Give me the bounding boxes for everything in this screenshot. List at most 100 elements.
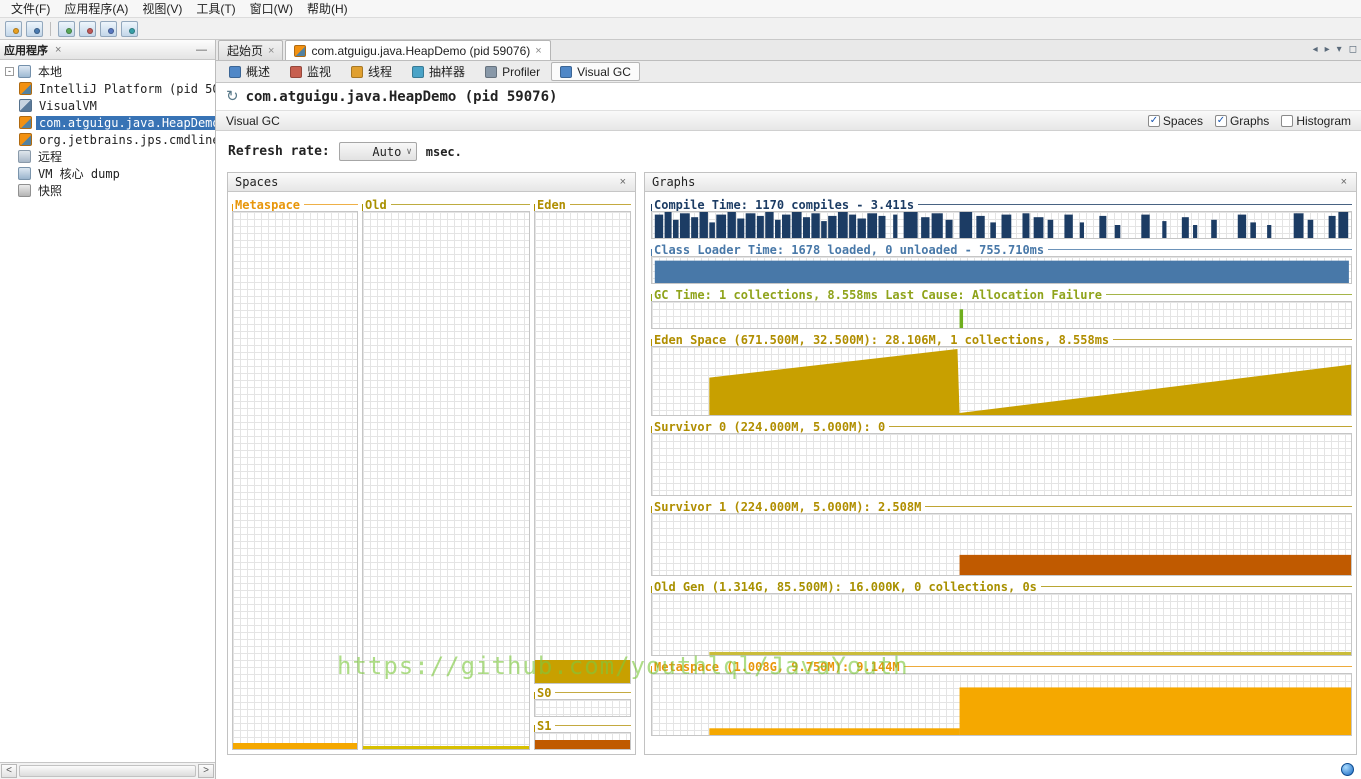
scroll-left-icon[interactable]: < [1, 764, 17, 778]
toolbar-separator [50, 22, 51, 36]
graph-chart-eden-space [651, 346, 1352, 416]
subtab-visual-gc[interactable]: Visual GC [551, 62, 640, 81]
graph-title-old-gen: Old Gen (1.314G, 85.500M): 16.000K, 0 co… [651, 580, 1352, 593]
old-column: Old [362, 198, 530, 750]
label-tick [651, 249, 652, 256]
refresh-rate-unit: msec. [426, 145, 462, 159]
menubar: 文件(F)应用程序(A)视图(V)工具(T)窗口(W)帮助(H) [0, 0, 1361, 18]
scrollbar-thumb[interactable] [19, 765, 196, 777]
metaspace-column-label-row: Metaspace [232, 198, 358, 211]
subtab-抽样器[interactable]: 抽样器 [403, 62, 474, 81]
checkbox-box[interactable] [1281, 115, 1293, 127]
java-icon [19, 116, 32, 129]
checkbox-spaces[interactable]: ✓Spaces [1148, 114, 1203, 128]
refresh-rate-select[interactable]: Auto ∨ [339, 142, 417, 161]
sidebar-horizontal-scrollbar[interactable]: < > [0, 762, 215, 779]
subtab-线程[interactable]: 线程 [342, 62, 401, 81]
menu-item[interactable]: 帮助(H) [300, 0, 355, 18]
graph-compile-time: Compile Time: 1170 compiles - 3.411s [651, 198, 1352, 239]
graph-class-loader-time: Class Loader Time: 1678 loaded, 0 unload… [651, 243, 1352, 284]
tabs-maximize-icon[interactable]: ◻ [1349, 44, 1357, 55]
document-tab[interactable]: 起始页× [218, 40, 283, 60]
subtab-profiler[interactable]: Profiler [476, 62, 549, 81]
label-rule [1048, 249, 1352, 250]
menu-item[interactable]: 窗口(W) [243, 0, 300, 18]
sidebar-close-icon[interactable]: × [53, 44, 63, 56]
subtab-label: Visual GC [577, 65, 631, 79]
label-tick [362, 204, 363, 211]
graph-survivor-0: Survivor 0 (224.000M, 5.000M): 0 [651, 420, 1352, 496]
tree-item[interactable]: 快照 [0, 182, 215, 199]
menu-item[interactable]: 文件(F) [4, 0, 57, 18]
profiler-snapshot-icon[interactable] [100, 21, 117, 37]
metaspace-space-box [232, 211, 358, 750]
menu-item[interactable]: 应用程序(A) [57, 0, 135, 18]
menu-item[interactable]: 视图(V) [135, 0, 189, 18]
subtab-概述[interactable]: 概述 [220, 62, 279, 81]
application-snapshot-icon[interactable] [121, 21, 138, 37]
graph-survivor-1: Survivor 1 (224.000M, 5.000M): 2.508M [651, 500, 1352, 576]
refresh-rate-value: Auto [372, 145, 401, 159]
label-rule [1041, 586, 1352, 587]
thread-dump-icon[interactable] [58, 21, 75, 37]
graphs-panel-close-icon[interactable]: × [1339, 176, 1349, 188]
old-column-label-row: Old [362, 198, 530, 211]
graph-title-class-loader-time: Class Loader Time: 1678 loaded, 0 unload… [651, 243, 1352, 256]
tabs-list-dropdown-icon[interactable]: ▾ [1337, 44, 1342, 55]
tabs-scroll-left-icon[interactable]: ◂ [1313, 44, 1318, 55]
tree-expander-icon[interactable]: - [5, 67, 14, 76]
tree-item-label: org.jetbrains.jps.cmdline. [36, 133, 215, 147]
select-dropdown-icon: ∨ [406, 147, 411, 157]
tree-item[interactable]: VisualVM [0, 97, 215, 114]
tree-item[interactable]: com.atguigu.java.HeapDemo [0, 114, 215, 131]
graphs-panel-header: Graphs × [645, 173, 1356, 192]
label-tick [651, 339, 652, 346]
graph-title-text: Old Gen (1.314G, 85.500M): 16.000K, 0 co… [654, 580, 1037, 594]
graph-eden-space: Eden Space (671.500M, 32.500M): 28.106M,… [651, 333, 1352, 416]
eden-column-group: Eden S0 [534, 198, 631, 750]
tab-close-icon[interactable]: × [535, 45, 541, 57]
s1-label-row: S1 [534, 719, 631, 732]
subtab-label: Profiler [502, 65, 540, 79]
document-tab[interactable]: com.atguigu.java.HeapDemo (pid 59076)× [285, 40, 550, 60]
label-tick [651, 426, 652, 433]
label-rule [904, 666, 1352, 667]
label-tick [534, 692, 535, 699]
notifications-icon[interactable] [1341, 763, 1354, 776]
view-subtabs: 概述监视线程抽样器 Profiler Visual GC [216, 61, 1361, 83]
label-rule [1113, 339, 1352, 340]
tree-item[interactable]: IntelliJ Platform (pid 50 [0, 80, 215, 97]
graph-title-survivor-0: Survivor 0 (224.000M, 5.000M): 0 [651, 420, 1352, 433]
computer-icon [18, 65, 31, 78]
applications-tree: -本地 IntelliJ Platform (pid 50VisualVMcom.… [0, 60, 215, 762]
tree-item-label: IntelliJ Platform (pid 50 [36, 82, 215, 96]
checkbox-box[interactable]: ✓ [1215, 115, 1227, 127]
load-snapshot-icon[interactable] [5, 21, 22, 37]
tree-item[interactable]: org.jetbrains.jps.cmdline. [0, 131, 215, 148]
checkbox-histogram[interactable]: Histogram [1281, 114, 1351, 128]
metaspace-usage-fill [233, 743, 357, 749]
sidebar-minimize-icon[interactable]: — [192, 44, 211, 56]
old-space-box [362, 211, 530, 750]
scroll-right-icon[interactable]: > [198, 764, 214, 778]
checkbox-graphs[interactable]: ✓Graphs [1215, 114, 1269, 128]
spaces-panel-close-icon[interactable]: × [618, 176, 628, 188]
tree-item[interactable]: 远程 [0, 148, 215, 165]
menu-item[interactable]: 工具(T) [189, 0, 242, 18]
add-jmx-connection-icon[interactable] [26, 21, 43, 37]
graphs-panel-title: Graphs [652, 175, 695, 189]
subtab-监视[interactable]: 监视 [281, 62, 340, 81]
graph-title-text: Compile Time: 1170 compiles - 3.411s [654, 198, 914, 212]
sidebar-title: 应用程序 [4, 42, 48, 58]
refresh-rate-row: Refresh rate: Auto ∨ msec. [216, 131, 1361, 172]
overview-icon [229, 66, 241, 78]
tree-item[interactable]: -本地 [0, 63, 215, 80]
heap-dump-icon[interactable] [79, 21, 96, 37]
tab-close-icon[interactable]: × [268, 45, 274, 57]
visualvm-icon [19, 99, 32, 112]
tree-item-label: 快照 [35, 182, 65, 199]
tree-item[interactable]: VM 核心 dump [0, 165, 215, 182]
checkbox-box[interactable]: ✓ [1148, 115, 1160, 127]
tabs-scroll-right-icon[interactable]: ▸ [1325, 44, 1330, 55]
tree-item-label: 远程 [35, 148, 65, 165]
